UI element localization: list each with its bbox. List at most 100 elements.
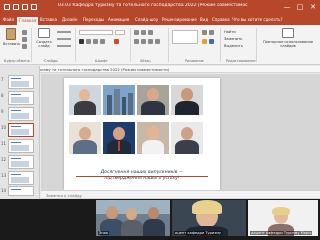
participant-video[interactable]: оцент кафедри Туризму (172, 200, 246, 236)
participant-video[interactable]: Знак (96, 200, 170, 236)
group-drawing: Рисование (185, 59, 204, 63)
tab-animation[interactable]: Анимация (108, 17, 129, 25)
tab-slideshow[interactable]: Слайд-шоу (135, 17, 158, 25)
tab-review[interactable]: Рецензирование (162, 17, 197, 25)
graduate-photo (69, 122, 101, 154)
quick-styles-icon[interactable] (209, 30, 214, 35)
save-icon[interactable] (4, 4, 10, 10)
shape-outline-icon[interactable] (209, 39, 214, 44)
notes-pane[interactable]: Заметки к слайду (41, 190, 320, 198)
strikethrough-icon[interactable] (100, 39, 105, 44)
slide-thumbnail[interactable] (8, 139, 34, 153)
layout-dropdown[interactable] (57, 31, 71, 33)
tab-help[interactable]: Справка (212, 17, 230, 25)
caption-divider (76, 176, 208, 177)
ribbon-separator (130, 28, 131, 62)
slide-thumbnail[interactable] (8, 91, 34, 105)
graduate-photo (137, 122, 169, 154)
format-painter-icon[interactable] (22, 44, 27, 49)
tab-view[interactable]: Вид (200, 17, 208, 25)
graduate-photo (137, 85, 169, 115)
ribbon: Вставить Буфер обмена Создать слайд Слай… (0, 25, 320, 65)
section-dropdown[interactable] (57, 45, 71, 47)
slide-thumbnail-active[interactable] (8, 123, 34, 137)
group-font: Шрифт (95, 59, 108, 63)
new-slide-label: Создать слайд (36, 40, 52, 48)
reset-button[interactable] (57, 38, 71, 40)
slideshow-start-icon[interactable] (31, 4, 37, 10)
title-bar: 03.03 Кафедра туризму та готельного госп… (0, 0, 320, 16)
align-center-icon[interactable] (141, 39, 146, 44)
slide-thumbnail[interactable] (8, 171, 34, 185)
slide-thumbnail[interactable] (8, 186, 34, 196)
undo-icon[interactable] (13, 4, 19, 10)
graduate-photo (171, 122, 203, 154)
tab-home[interactable]: Главная (17, 17, 39, 25)
paste-button[interactable]: Вставить (3, 28, 21, 46)
participant-video[interactable]: доцент кафедри Туризму Марія (248, 200, 318, 236)
slide-thumbnail[interactable] (8, 155, 34, 169)
slide-number: 13 (1, 173, 7, 178)
find-button[interactable]: Найти (224, 30, 236, 34)
redo-icon[interactable] (22, 4, 28, 10)
slide-thumbnail[interactable] (8, 107, 34, 121)
slide-thumbnails-pane: 7 8 9 10 11 12 13 14 (0, 66, 40, 199)
slide-number: 11 (1, 141, 7, 146)
font-color-icon[interactable] (114, 39, 119, 44)
shape-fill-icon[interactable] (202, 39, 207, 44)
justify-icon[interactable] (155, 39, 160, 44)
new-slide-button[interactable]: Создать слайд (34, 28, 54, 48)
city-photo (103, 85, 135, 115)
ribbon-separator (75, 28, 76, 62)
slide-number: 9 (1, 109, 4, 114)
numbering-icon[interactable] (141, 30, 146, 35)
slide-path-bar: 03.03 Кафедра туризму та готельного госп… (0, 66, 320, 73)
slide-number: 10 (1, 125, 7, 130)
close-button[interactable]: ✕ (308, 3, 318, 12)
tab-insert[interactable]: Вставка (40, 17, 57, 25)
font-family-select[interactable] (79, 30, 113, 35)
paste-label: Вставить (3, 42, 21, 46)
replace-button[interactable]: Заменить (224, 37, 242, 41)
group-editing: Редактирование (226, 59, 256, 63)
window-title: 03.03 Кафедра туризму та готельного госп… (58, 3, 248, 8)
slide-number: 12 (1, 157, 7, 162)
maximize-button[interactable]: □ (295, 3, 305, 12)
bullets-icon[interactable] (134, 30, 139, 35)
shapes-gallery[interactable] (172, 30, 198, 44)
cut-icon[interactable] (22, 30, 27, 35)
align-left-icon[interactable] (134, 39, 139, 44)
current-slide[interactable]: Досягнення наших випускників — підтвердж… (64, 78, 220, 190)
reuse-slides-label: Повторное использование слайдов (262, 40, 314, 49)
italic-icon[interactable] (86, 39, 91, 44)
select-button[interactable]: Выделить (224, 44, 243, 48)
font-size-select[interactable] (115, 30, 125, 35)
slide-number: 8 (1, 93, 4, 98)
align-right-icon[interactable] (148, 39, 153, 44)
clipboard-icon (6, 28, 16, 40)
reuse-slides-button[interactable]: Повторное использование слайдов (262, 28, 314, 49)
tell-me-search[interactable]: Что вы хотите сделать? (232, 17, 283, 25)
new-slide-icon (38, 28, 50, 38)
arrange-icon[interactable] (202, 30, 207, 35)
bold-icon[interactable] (79, 39, 84, 44)
ribbon-separator (256, 28, 257, 62)
indent-icon[interactable] (148, 30, 153, 35)
slide-thumbnail[interactable] (8, 75, 34, 89)
tab-design[interactable]: Дизайн (62, 17, 78, 25)
graduate-photo (103, 122, 135, 154)
notes-placeholder: Заметки к слайду (46, 193, 82, 198)
minimize-button[interactable]: — (282, 3, 292, 12)
screen: 03.03 Кафедра туризму та готельного госп… (0, 0, 320, 240)
copy-icon[interactable] (22, 37, 27, 42)
graduate-photo (171, 85, 203, 115)
tab-transitions[interactable]: Переходы (83, 17, 104, 25)
reuse-slides-icon (282, 28, 294, 38)
ribbon-separator (220, 28, 221, 62)
ribbon-separator (168, 28, 169, 62)
ribbon-separator (31, 28, 32, 62)
underline-icon[interactable] (93, 39, 98, 44)
tab-file[interactable]: Файл (3, 17, 14, 25)
group-slides: Слайды (44, 59, 58, 63)
participant-name: оцент кафедри Туризму (174, 231, 223, 235)
